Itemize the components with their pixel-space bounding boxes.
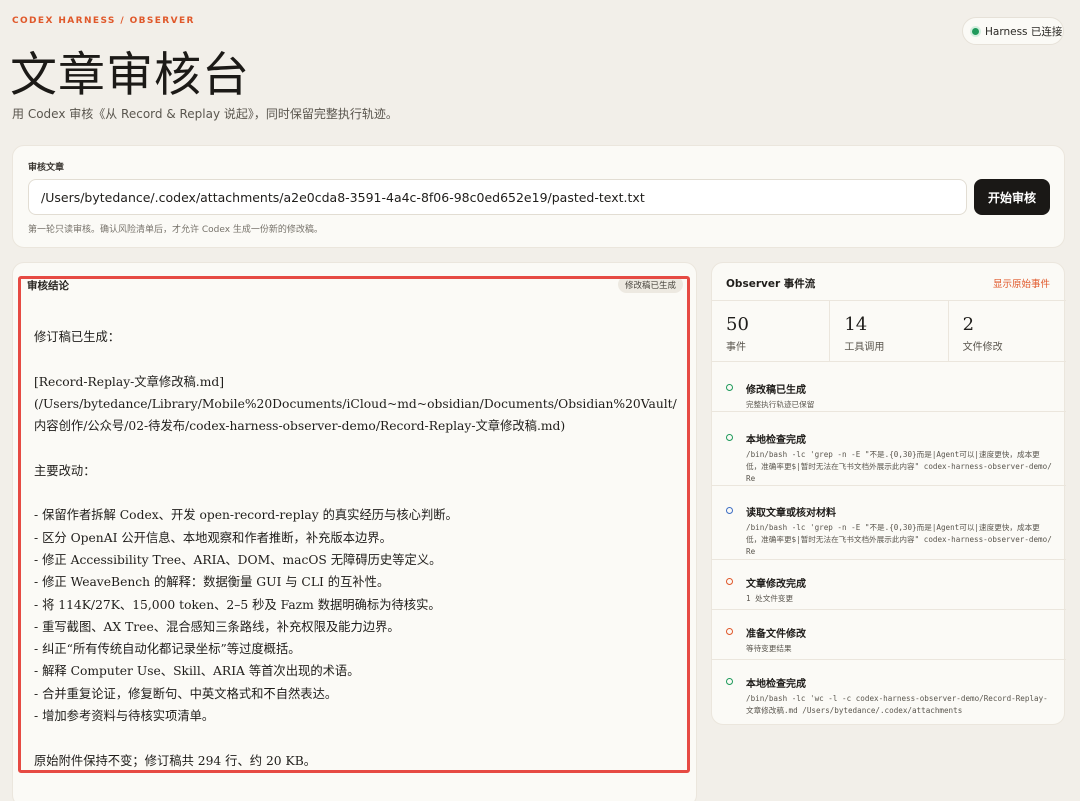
change-item: - 合并重复论证，修复断句、中英文格式和不自然表达。: [34, 686, 338, 701]
event-item[interactable]: 修改稿已生成 完整执行轨迹已保留: [712, 362, 1066, 412]
event-item[interactable]: 文章修改完成 1 处文件变更: [712, 560, 1066, 610]
change-item: - 将 114K/27K、15,000 token、2–5 秒及 Fazm 数据…: [34, 597, 441, 612]
stat-tool-calls: 14 工具调用: [830, 301, 949, 361]
stat-label: 事件: [726, 342, 746, 353]
change-item: - 修正 WeaveBench 的解释：数据衡量 GUI 与 CLI 的互补性。: [34, 575, 390, 590]
event-title: 文章修改完成: [746, 579, 806, 590]
event-status-dot-icon: [726, 578, 733, 585]
changes-heading: 主要改动：: [34, 463, 96, 478]
event-title: 本地检查完成: [746, 435, 806, 446]
result-closing: 原始附件保持不变；修订稿共 294 行、约 20 KB。: [34, 753, 317, 768]
event-detail: /bin/bash -lc 'grep -n -E "不是.{0,30}而是|A…: [746, 523, 1052, 556]
page-title: 文章审核台: [10, 48, 250, 103]
event-list: 修改稿已生成 完整执行轨迹已保留 本地检查完成 /bin/bash -lc 'g…: [712, 362, 1066, 722]
event-item[interactable]: 准备文件修改 等待变更结果: [712, 610, 1066, 660]
event-title: 读取文章或核对材料: [746, 508, 836, 519]
event-status-dot-icon: [726, 507, 733, 514]
revision-file-path[interactable]: (/Users/bytedance/Library/Mobile%20Docum…: [34, 393, 679, 438]
connection-status-pill: Harness 已连接: [962, 17, 1064, 45]
change-item: - 纠正“所有传统自动化都记录坐标”等过度概括。: [34, 642, 301, 657]
stat-value: 2: [962, 314, 975, 335]
stat-label: 文件修改: [962, 342, 1003, 353]
review-result-title: 审核结论: [27, 280, 69, 292]
change-item: - 解释 Computer Use、Skill、ARIA 等首次出现的术语。: [34, 664, 360, 679]
observer-stats: 50 事件 14 工具调用 2 文件修改: [712, 300, 1066, 362]
event-title: 修改稿已生成: [746, 385, 806, 396]
event-status-dot-icon: [726, 628, 733, 635]
change-item: - 区分 OpenAI 公开信息、本地观察和作者推断，补充版本边界。: [34, 530, 392, 545]
show-raw-events-link[interactable]: 显示原始事件: [993, 276, 1050, 290]
change-item: - 保留作者拆解 Codex、开发 open-record-replay 的真实…: [34, 508, 458, 523]
event-detail: /bin/bash -lc 'grep -n -E "不是.{0,30}而是|A…: [746, 450, 1052, 483]
event-title: 本地检查完成: [746, 679, 806, 690]
event-item[interactable]: 本地检查完成 /bin/bash -lc 'wc -l -c codex-har…: [712, 660, 1066, 722]
stat-label: 工具调用: [844, 342, 885, 353]
change-item: - 重写截图、AX Tree、混合感知三条路线，补充权限及能力边界。: [34, 619, 400, 634]
connection-status-label: Harness 已连接: [985, 25, 1063, 38]
event-status-dot-icon: [726, 384, 733, 391]
stat-value: 14: [844, 314, 868, 335]
event-detail: 完整执行轨迹已保留: [746, 400, 815, 409]
article-path-input[interactable]: [28, 179, 967, 215]
event-detail: /bin/bash -lc 'wc -l -c codex-harness-ob…: [746, 694, 1048, 715]
header-eyebrow: CODEX HARNESS / OBSERVER: [12, 16, 195, 26]
stat-value: 50: [726, 314, 749, 335]
event-detail: 1 处文件变更: [746, 594, 794, 603]
change-item: - 增加参考资料与待核实项清单。: [34, 709, 215, 724]
revision-generated-badge: 修改稿已生成: [618, 276, 684, 293]
event-status-dot-icon: [726, 678, 733, 685]
connected-dot-icon: [972, 27, 979, 35]
stat-file-changes: 2 文件修改: [949, 301, 1066, 361]
event-item[interactable]: 读取文章或核对材料 /bin/bash -lc 'grep -n -E "不是.…: [712, 486, 1066, 560]
article-field-label: 审核文章: [28, 163, 65, 173]
observer-card: Observer 事件流 显示原始事件 50 事件 14 工具调用 2 文件修改…: [711, 262, 1066, 725]
page-subtitle: 用 Codex 审核《从 Record & Replay 说起》，同时保留完整执…: [12, 107, 398, 121]
stat-events: 50 事件: [712, 301, 831, 361]
article-input-card: 审核文章 开始审核 第一轮只读审核。确认风险清单后，才允许 Codex 生成一份…: [12, 145, 1065, 248]
result-intro: 修订稿已生成：: [34, 330, 121, 344]
event-detail: 等待变更结果: [746, 644, 792, 653]
event-status-dot-icon: [726, 434, 733, 441]
observer-title: Observer 事件流: [726, 278, 816, 290]
review-result-body: 修订稿已生成： [Record-Replay-文章修改稿.md] (/Users…: [34, 326, 679, 772]
start-review-button[interactable]: 开始审核: [974, 179, 1050, 215]
review-hint: 第一轮只读审核。确认风险清单后，才允许 Codex 生成一份新的修改稿。: [28, 225, 323, 235]
change-item: - 修正 Accessibility Tree、ARIA、DOM、macOS 无…: [34, 552, 442, 567]
event-item[interactable]: 本地检查完成 /bin/bash -lc 'grep -n -E "不是.{0,…: [712, 412, 1066, 486]
revision-file-link[interactable]: [Record-Replay-文章修改稿.md]: [34, 371, 679, 393]
event-title: 准备文件修改: [746, 629, 806, 640]
